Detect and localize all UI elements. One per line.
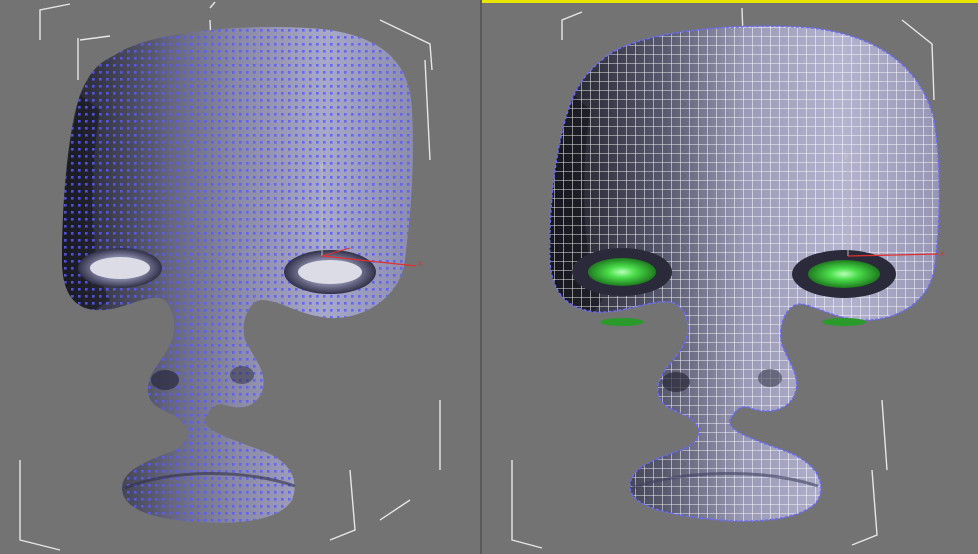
gizmo-x-label: x <box>940 249 945 258</box>
viewport-right-canvas[interactable]: x y <box>482 0 978 554</box>
gizmo-y-label: y <box>319 161 324 170</box>
viewport-area: x y x y <box>0 0 978 554</box>
eye-mesh-icon <box>572 248 672 326</box>
viewport-right[interactable]: x y <box>482 0 978 554</box>
viewport-left[interactable]: x y <box>0 0 480 554</box>
viewport-left-canvas[interactable]: x y <box>0 0 480 554</box>
face-mesh-icon[interactable] <box>62 27 413 523</box>
face-mesh-icon[interactable] <box>549 25 941 522</box>
gizmo-y-label: y <box>844 151 849 160</box>
gizmo-x-label: x <box>418 259 423 268</box>
active-viewport-border <box>482 0 978 3</box>
